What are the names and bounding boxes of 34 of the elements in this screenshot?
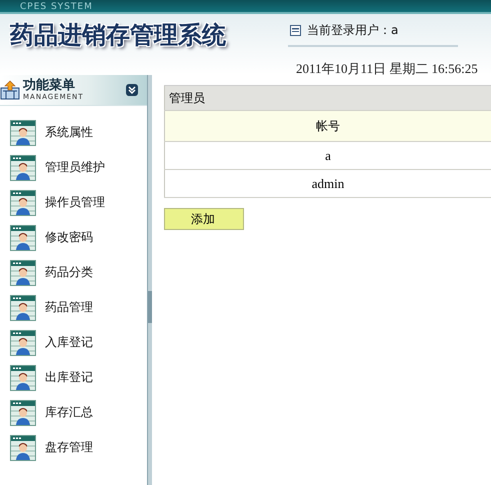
menu-item[interactable]: 管理员维护 [45,159,105,176]
user-list-icon [10,260,36,286]
date-time: 2011年10月11日 星期二 16:56:25 [295,60,478,78]
menu-item[interactable]: 库存汇总 [45,404,93,421]
user-list-icon [10,190,36,216]
menu-item[interactable]: 修改密码 [45,229,93,246]
menu-item[interactable]: 入库登记 [45,334,93,351]
panel-title: 管理员 [164,86,491,110]
window-icon [290,25,301,36]
menu-item[interactable]: 药品管理 [45,299,93,316]
menu-title: 功能菜单 [23,79,76,93]
collapse-toggle[interactable] [126,84,138,96]
menu-item[interactable]: 药品分类 [45,264,93,281]
upload-box-icon [0,80,20,100]
current-user-label: 当前登录用户：a [307,22,398,39]
user-list-icon [10,224,36,250]
user-list-icon [10,434,36,460]
menu-item[interactable]: 操作员管理 [45,194,105,211]
menu-item[interactable]: 系统属性 [45,124,93,141]
user-list-icon [10,120,36,146]
menu-item[interactable]: 盘存管理 [45,439,93,456]
splitter-handle[interactable] [148,291,152,323]
column-header: 帐号 [164,110,491,142]
user-list-icon [10,154,36,180]
user-list-icon [10,400,36,426]
table-cell: admin [164,170,491,198]
system-caption: CPES SYSTEM [20,3,93,12]
add-button[interactable]: 添加 [164,208,244,230]
menu-item[interactable]: 出库登记 [45,369,93,386]
app-title: 药品进销存管理系统 [9,20,227,51]
user-list-icon [10,330,36,356]
table-cell: a [164,142,491,170]
user-list-icon [10,294,36,320]
user-list-icon [10,364,36,390]
